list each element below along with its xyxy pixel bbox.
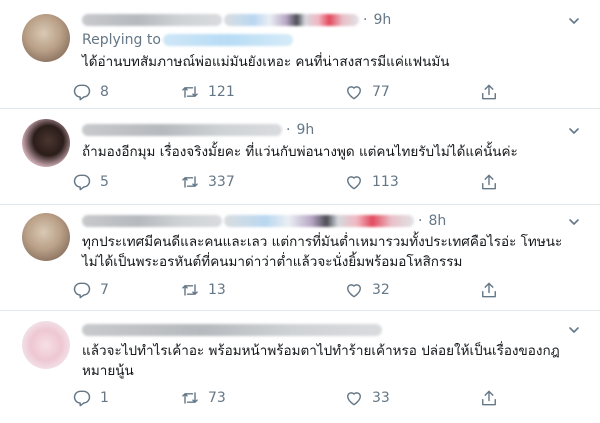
- display-name-redacted[interactable]: [82, 215, 222, 227]
- retweet-button[interactable]: 73: [180, 387, 226, 409]
- share-button[interactable]: [479, 171, 499, 193]
- retweet-count: 337: [208, 174, 235, 190]
- avatar[interactable]: [22, 213, 70, 261]
- like-button[interactable]: 77: [344, 81, 390, 103]
- tweet-text: ได้อ่านบทสัมภาษณ์พ่อแม่มันยังเหอะ คนที่น…: [82, 54, 450, 70]
- avatar[interactable]: [22, 321, 70, 369]
- display-name-redacted[interactable]: [82, 14, 222, 26]
- replying-handle-redacted[interactable]: [162, 34, 293, 46]
- chevron-down-icon[interactable]: [568, 125, 580, 137]
- share-icon: [482, 174, 496, 190]
- share-icon: [482, 390, 496, 406]
- tweet-text: ทุกประเทศมีคนดีและคนและเลว แต่การที่มันต…: [82, 232, 582, 272]
- reply-icon: [73, 84, 91, 101]
- tweet-text: แล้วจะไปทำไรเค้าอะ พร้อมหน้าพร้อมตาไปทำร…: [82, 341, 582, 381]
- avatar[interactable]: [22, 14, 70, 62]
- replying-label: Replying to: [82, 32, 161, 48]
- reply-count: 8: [100, 84, 109, 100]
- tweet-text-line: หมายนู้น: [82, 363, 134, 379]
- emoji-name-redacted: [224, 215, 414, 227]
- retweet-icon: [182, 176, 198, 188]
- reply-button[interactable]: 5: [72, 171, 109, 193]
- like-count: 113: [372, 174, 399, 190]
- like-button[interactable]: 33: [344, 387, 390, 409]
- retweet-count: 121: [208, 84, 235, 100]
- retweet-button[interactable]: 13: [180, 279, 226, 301]
- tweet-text-line: ไม่ได้เป็นพระอรหันต์ที่คนมาด่าว่าต่ำแล้ว…: [82, 254, 463, 270]
- avatar[interactable]: [22, 119, 70, 167]
- retweet-icon: [182, 284, 198, 296]
- tweet-actions: 7 13 32: [72, 279, 512, 301]
- tweet-header: [82, 322, 382, 338]
- retweet-icon: [182, 392, 198, 404]
- chevron-down-icon[interactable]: [568, 324, 580, 336]
- tweet-3[interactable]: · 8h ทุกประเทศมีคนดีและคนและเลว แต่การที…: [0, 205, 600, 310]
- retweet-count: 13: [208, 282, 226, 298]
- tweet-header: · 8h: [82, 213, 446, 229]
- share-button[interactable]: [479, 81, 499, 103]
- timestamp[interactable]: 9h: [373, 12, 391, 28]
- tweet-actions: 5 337 113: [72, 171, 512, 193]
- chevron-down-icon[interactable]: [568, 15, 580, 27]
- heart-icon: [347, 392, 361, 406]
- heart-icon: [347, 284, 361, 298]
- retweet-button[interactable]: 337: [180, 171, 235, 193]
- tweet-4[interactable]: แล้วจะไปทำไรเค้าอะ พร้อมหน้าพร้อมตาไปทำร…: [0, 311, 600, 423]
- tweet-text-line: ทุกประเทศมีคนดีและคนและเลว แต่การที่มันต…: [82, 234, 563, 250]
- timestamp[interactable]: 8h: [428, 213, 446, 229]
- tweet-text: ถ้ามองอีกมุม เรื่องจริงมั้ยคะ ที่แว่นกับ…: [82, 144, 518, 160]
- tweet-text-line: แล้วจะไปทำไรเค้าอะ พร้อมหน้าพร้อมตาไปทำร…: [82, 343, 560, 359]
- display-name-redacted[interactable]: [82, 324, 382, 336]
- like-button[interactable]: 113: [344, 171, 399, 193]
- tweet-header: · 9h: [82, 122, 314, 138]
- reply-icon: [73, 390, 91, 407]
- heart-icon: [347, 86, 361, 100]
- reply-count: 7: [100, 282, 109, 298]
- emoji-name-redacted: [224, 14, 359, 26]
- retweet-icon: [182, 86, 198, 98]
- reply-button[interactable]: 1: [72, 387, 109, 409]
- tweet-actions: 1 73 33: [72, 387, 512, 409]
- reply-count: 5: [100, 174, 109, 190]
- display-name-redacted[interactable]: [82, 124, 282, 136]
- share-button[interactable]: [479, 387, 499, 409]
- retweet-count: 73: [208, 390, 226, 406]
- replying-to: Replying to: [82, 32, 293, 48]
- share-icon: [482, 282, 496, 298]
- reply-button[interactable]: 8: [72, 81, 109, 103]
- tweet-1[interactable]: · 9h Replying to ได้อ่านบทสัมภาษณ์พ่อแม่…: [0, 0, 600, 108]
- share-button[interactable]: [479, 279, 499, 301]
- chevron-down-icon[interactable]: [568, 216, 580, 228]
- tweet-header: · 9h: [82, 12, 391, 28]
- reply-button[interactable]: 7: [72, 279, 109, 301]
- reply-count: 1: [100, 390, 109, 406]
- like-count: 33: [372, 390, 390, 406]
- retweet-button[interactable]: 121: [180, 81, 235, 103]
- share-icon: [482, 84, 496, 100]
- tweet-2[interactable]: · 9h ถ้ามองอีกมุม เรื่องจริงมั้ยคะ ที่แว…: [0, 109, 600, 204]
- heart-icon: [347, 176, 361, 190]
- like-button[interactable]: 32: [344, 279, 390, 301]
- like-count: 32: [372, 282, 390, 298]
- reply-icon: [73, 174, 91, 191]
- like-count: 77: [372, 84, 390, 100]
- tweet-actions: 8 121 77: [72, 81, 512, 103]
- reply-icon: [73, 282, 91, 299]
- timestamp[interactable]: 9h: [296, 122, 314, 138]
